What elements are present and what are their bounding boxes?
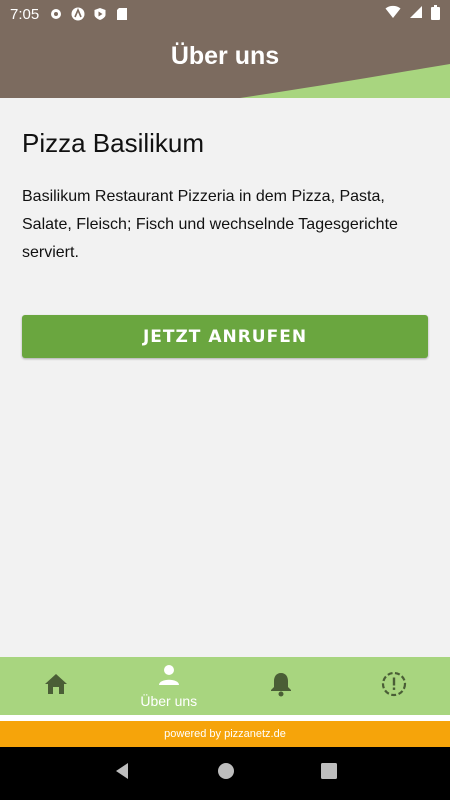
home-circle-icon[interactable] bbox=[217, 762, 235, 785]
nav-item-home[interactable] bbox=[0, 657, 113, 715]
sd-card-icon bbox=[115, 7, 129, 21]
alert-circle-icon bbox=[381, 671, 407, 702]
nav-item-about[interactable]: Über uns bbox=[113, 657, 226, 715]
a-app-icon bbox=[71, 7, 85, 21]
signal-icon bbox=[409, 5, 423, 23]
play-shield-icon bbox=[93, 7, 107, 21]
nav-item-info[interactable] bbox=[338, 657, 450, 715]
app-header: Über uns bbox=[0, 28, 450, 98]
bell-icon bbox=[269, 671, 293, 702]
battery-icon bbox=[431, 4, 440, 24]
home-icon bbox=[43, 672, 69, 701]
recents-icon[interactable] bbox=[321, 763, 337, 784]
status-time: 7:05 bbox=[10, 5, 40, 23]
status-bar: 7:05 bbox=[0, 0, 450, 28]
system-navigation-bar bbox=[0, 747, 450, 800]
gear-icon bbox=[49, 7, 63, 21]
header-wave-decoration bbox=[240, 64, 450, 98]
person-icon bbox=[157, 664, 181, 691]
powered-by-footer[interactable]: powered by pizzanetz.de bbox=[0, 721, 450, 747]
restaurant-description: Basilikum Restaurant Pizzeria in dem Piz… bbox=[22, 188, 398, 261]
back-icon[interactable] bbox=[113, 762, 131, 785]
bottom-navigation: Über uns bbox=[0, 657, 450, 715]
nav-item-notifications[interactable] bbox=[225, 657, 338, 715]
restaurant-name: Pizza Basilikum bbox=[22, 128, 205, 158]
call-now-button[interactable]: JETZT ANRUFEN bbox=[22, 315, 428, 358]
wifi-icon bbox=[385, 5, 401, 23]
about-content: Pizza Basilikum Basilikum Restaurant Piz… bbox=[22, 98, 428, 358]
nav-item-about-label: Über uns bbox=[140, 692, 198, 709]
